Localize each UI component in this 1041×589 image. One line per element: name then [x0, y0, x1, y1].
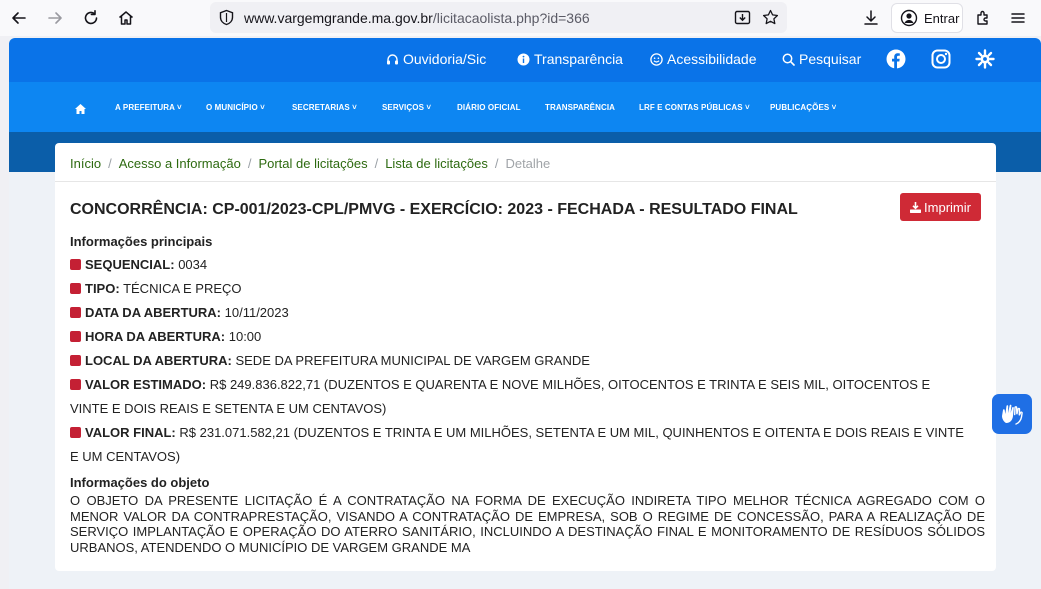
hands-icon [1002, 404, 1023, 425]
detail-card: Início / Acesso a Informação / Portal de… [55, 143, 996, 571]
divider [55, 181, 996, 182]
browser-toolbar: www.vargemgrande.ma.gov.br/licitacaolist… [0, 0, 1041, 36]
facebook-icon[interactable] [886, 49, 906, 74]
menu-item-prefeitura[interactable]: A PREFEITURA ˅ [115, 103, 182, 112]
settings-gear-icon[interactable] [975, 49, 995, 74]
field-hora-abertura: HORA DA ABERTURA: 10:00 [70, 325, 970, 349]
field-valor-estimado: VALOR ESTIMADO: R$ 249.836.822,71 (DUZEN… [70, 377, 931, 416]
breadcrumb-portal-licitacoes[interactable]: Portal de licitações [258, 156, 367, 171]
menu-item-secretarias[interactable]: SECRETARIAS ˅ [292, 103, 357, 112]
pesquisar-link[interactable]: Pesquisar [782, 51, 861, 67]
object-info-heading: Informações do objeto [70, 475, 210, 490]
menu-item-municipio[interactable]: O MUNICÍPIO ˅ [206, 103, 265, 112]
acessibilidade-link[interactable]: Acessibilidade [650, 51, 757, 67]
transparencia-link[interactable]: Transparência [517, 51, 623, 67]
info-icon [517, 53, 530, 65]
main-info-heading: Informações principais [70, 234, 213, 249]
sign-language-widget-button[interactable] [992, 394, 1032, 434]
extensions-icon[interactable] [972, 7, 994, 29]
bullet-square-icon [70, 427, 81, 438]
menu-icon[interactable] [1007, 7, 1029, 29]
top-bar: Ouvidoria/Sic Transparência Acessibilida… [9, 38, 1041, 82]
reload-icon[interactable] [80, 7, 102, 29]
bullet-square-icon [70, 307, 81, 318]
breadcrumb-detalhe: Detalhe [505, 156, 551, 171]
field-data-abertura: DATA DA ABERTURA: 10/11/2023 [70, 301, 970, 325]
breadcrumb-inicio[interactable]: Início [70, 156, 101, 171]
bullet-square-icon [70, 283, 81, 294]
instagram-icon[interactable] [931, 49, 951, 74]
downloads-icon[interactable] [860, 7, 882, 29]
account-icon [900, 9, 918, 27]
print-button[interactable]: Imprimir [900, 193, 981, 221]
breadcrumb-acesso-informacao[interactable]: Acesso a Informação [119, 156, 241, 171]
smile-icon [650, 52, 663, 66]
ouvidoria-link[interactable]: Ouvidoria/Sic [386, 51, 486, 67]
address-bar[interactable]: www.vargemgrande.ma.gov.br/licitacaolist… [210, 2, 787, 33]
home-icon[interactable] [115, 7, 137, 29]
bullet-square-icon [70, 379, 81, 390]
search-icon [782, 53, 795, 66]
save-page-icon[interactable] [734, 9, 751, 31]
breadcrumb: Início / Acesso a Informação / Portal de… [70, 156, 551, 171]
download-icon [910, 201, 922, 213]
breadcrumb-lista-licitacoes[interactable]: Lista de licitações [385, 156, 488, 171]
field-sequencial: SEQUENCIAL: 0034 [70, 253, 970, 277]
field-tipo: TIPO: TÉCNICA E PREÇO [70, 277, 970, 301]
bullet-square-icon [70, 331, 81, 342]
url-text: www.vargemgrande.ma.gov.br/licitacaolist… [244, 10, 590, 26]
page-title: CONCORRÊNCIA: CP-001/2023-CPL/PMVG - EXE… [70, 201, 798, 218]
menu-item-lrf[interactable]: LRF E CONTAS PÚBLICAS ˅ [639, 103, 750, 112]
menu-item-publicacoes[interactable]: PUBLICAÇÕES ˅ [770, 103, 836, 112]
web-page: Ouvidoria/Sic Transparência Acessibilida… [9, 38, 1041, 589]
headset-icon [387, 53, 398, 64]
bullet-square-icon [70, 259, 81, 270]
main-menu: A PREFEITURA ˅ O MUNICÍPIO ˅ SECRETARIAS… [9, 82, 1041, 132]
forward-icon[interactable] [44, 7, 66, 29]
field-valor-final: VALOR FINAL: R$ 231.071.582,21 (DUZENTOS… [70, 425, 964, 464]
bullet-square-icon [70, 355, 81, 366]
field-local-abertura: LOCAL DA ABERTURA: SEDE DA PREFEITURA MU… [70, 349, 970, 373]
menu-item-diario-oficial[interactable]: DIÁRIO OFICIAL [457, 103, 521, 112]
home-menu-icon[interactable] [75, 101, 86, 119]
sign-in-button[interactable]: Entrar [891, 3, 963, 33]
shield-icon[interactable] [218, 9, 235, 31]
back-icon[interactable] [8, 7, 30, 29]
menu-item-transparencia[interactable]: TRANSPARÊNCIA [545, 103, 615, 112]
menu-item-servicos[interactable]: SERVIÇOS ˅ [382, 103, 431, 112]
object-description: O OBJETO DA PRESENTE LICITAÇÃO É A CONTR… [70, 493, 985, 555]
bookmark-star-icon[interactable] [762, 9, 779, 31]
